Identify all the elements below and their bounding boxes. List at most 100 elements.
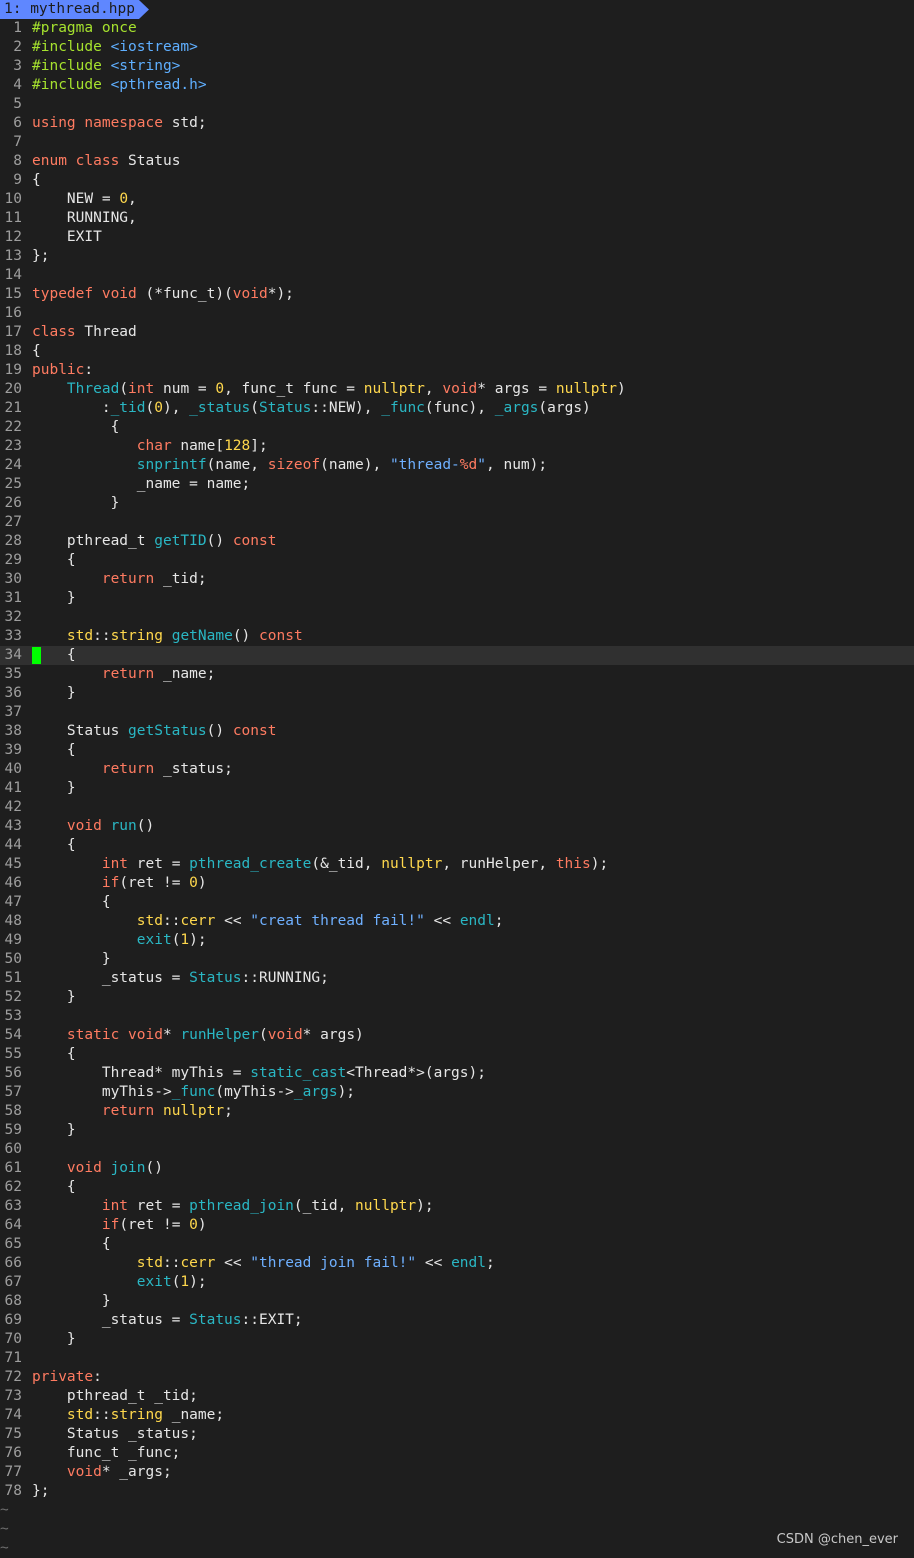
- code-line[interactable]: 28 pthread_t getTID() const: [0, 532, 914, 551]
- code-line[interactable]: 45 int ret = pthread_create(&_tid, nullp…: [0, 855, 914, 874]
- code-line[interactable]: 44 {: [0, 836, 914, 855]
- code-line[interactable]: 25 _name = name;: [0, 475, 914, 494]
- line-number: 12: [4, 229, 22, 245]
- code-line[interactable]: 2 #include <iostream>: [0, 38, 914, 57]
- code-line[interactable]: 68 }: [0, 1292, 914, 1311]
- code-line[interactable]: 73 pthread_t _tid;: [0, 1387, 914, 1406]
- code-line[interactable]: 30 return _tid;: [0, 570, 914, 589]
- code-line[interactable]: 3 #include <string>: [0, 57, 914, 76]
- code-line[interactable]: 7: [0, 133, 914, 152]
- code-token: #include: [32, 39, 111, 55]
- code-line[interactable]: 55 {: [0, 1045, 914, 1064]
- code-line[interactable]: 64 if(ret != 0): [0, 1216, 914, 1235]
- code-line[interactable]: 16: [0, 304, 914, 323]
- code-line[interactable]: 1 #pragma once: [0, 19, 914, 38]
- code-line[interactable]: 78};: [0, 1482, 914, 1501]
- code-line[interactable]: 29 {: [0, 551, 914, 570]
- code-line[interactable]: 11 RUNNING,: [0, 209, 914, 228]
- code-line[interactable]: 61 void join(): [0, 1159, 914, 1178]
- code-line[interactable]: 65 {: [0, 1235, 914, 1254]
- code-line[interactable]: 69 _status = Status::EXIT;: [0, 1311, 914, 1330]
- code-editor[interactable]: 1 #pragma once 2 #include <iostream> 3 #inclu…: [0, 19, 914, 1558]
- code-line[interactable]: 31 }: [0, 589, 914, 608]
- code-line[interactable]: 49 exit(1);: [0, 931, 914, 950]
- code-line[interactable]: 53: [0, 1007, 914, 1026]
- code-line[interactable]: 9{: [0, 171, 914, 190]
- code-line[interactable]: 62 {: [0, 1178, 914, 1197]
- line-number: 10: [4, 191, 22, 207]
- code-token: (name,: [206, 457, 268, 473]
- code-line[interactable]: 35 return _name;: [0, 665, 914, 684]
- code-line[interactable]: 20 Thread(int num = 0, func_t func = nul…: [0, 380, 914, 399]
- code-line[interactable]: 17 class Thread: [0, 323, 914, 342]
- code-line[interactable]: 15 typedef void (*func_t)(void*);: [0, 285, 914, 304]
- code-line[interactable]: 32: [0, 608, 914, 627]
- code-line[interactable]: 34 {: [0, 646, 914, 665]
- code-line[interactable]: 39 {: [0, 741, 914, 760]
- code-token: (name),: [320, 457, 390, 473]
- code-line[interactable]: 51 _status = Status::RUNNING;: [0, 969, 914, 988]
- code-token: cerr: [180, 913, 216, 929]
- code-line[interactable]: 66 std::cerr << "thread join fail!" << e…: [0, 1254, 914, 1273]
- code-line[interactable]: 57 myThis->_func(myThis->_args);: [0, 1083, 914, 1102]
- code-line[interactable]: 6 using namespace std;: [0, 114, 914, 133]
- code-line[interactable]: 38 Status getStatus() const: [0, 722, 914, 741]
- code-token: _name = name;: [32, 476, 251, 492]
- code-text: {: [32, 418, 120, 437]
- code-line[interactable]: 22 {: [0, 418, 914, 437]
- code-line[interactable]: 8 enum class Status: [0, 152, 914, 171]
- code-line[interactable]: 46 if(ret != 0): [0, 874, 914, 893]
- code-line[interactable]: 41 }: [0, 779, 914, 798]
- code-line[interactable]: 21 :_tid(0), _status(Status::NEW), _func…: [0, 399, 914, 418]
- code-line[interactable]: 50 }: [0, 950, 914, 969]
- code-line[interactable]: 70 }: [0, 1330, 914, 1349]
- code-line[interactable]: 71: [0, 1349, 914, 1368]
- code-line[interactable]: 14: [0, 266, 914, 285]
- code-line[interactable]: 5: [0, 95, 914, 114]
- code-line[interactable]: 52 }: [0, 988, 914, 1007]
- code-line[interactable]: 23 char name[128];: [0, 437, 914, 456]
- code-line[interactable]: 77 void* _args;: [0, 1463, 914, 1482]
- code-line[interactable]: 10 NEW = 0,: [0, 190, 914, 209]
- code-line[interactable]: 27: [0, 513, 914, 532]
- code-line[interactable]: 33 std::string getName() const: [0, 627, 914, 646]
- code-line[interactable]: 37: [0, 703, 914, 722]
- code-line[interactable]: 48 std::cerr << "creat thread fail!" << …: [0, 912, 914, 931]
- code-line[interactable]: 40 return _status;: [0, 760, 914, 779]
- code-line[interactable]: 47 {: [0, 893, 914, 912]
- line-number: 29: [4, 552, 22, 568]
- code-line[interactable]: 12 EXIT: [0, 228, 914, 247]
- code-line[interactable]: 36 }: [0, 684, 914, 703]
- code-line[interactable]: 60: [0, 1140, 914, 1159]
- line-number: 4: [13, 77, 22, 93]
- code-line[interactable]: 76 func_t _func;: [0, 1444, 914, 1463]
- code-line[interactable]: 75 Status _status;: [0, 1425, 914, 1444]
- code-line[interactable]: 54 static void* runHelper(void* args): [0, 1026, 914, 1045]
- code-token: std: [136, 913, 163, 929]
- code-line[interactable]: 13};: [0, 247, 914, 266]
- code-token: <<: [215, 913, 251, 929]
- code-line[interactable]: 67 exit(1);: [0, 1273, 914, 1292]
- code-line[interactable]: 72 private:: [0, 1368, 914, 1387]
- code-token: #pragma once: [32, 20, 137, 36]
- code-line[interactable]: 63 int ret = pthread_join(_tid, nullptr)…: [0, 1197, 914, 1216]
- code-line[interactable]: 58 return nullptr;: [0, 1102, 914, 1121]
- code-line[interactable]: 4 #include <pthread.h>: [0, 76, 914, 95]
- code-line[interactable]: 59 }: [0, 1121, 914, 1140]
- code-line[interactable]: 26 }: [0, 494, 914, 513]
- code-token: Thread: [75, 324, 137, 340]
- tab-mythread-hpp[interactable]: 1: mythread.hpp: [0, 0, 149, 19]
- code-line[interactable]: 18 {: [0, 342, 914, 361]
- code-line[interactable]: 43 void run(): [0, 817, 914, 836]
- code-line[interactable]: 19 public:: [0, 361, 914, 380]
- line-number: 2: [13, 39, 22, 55]
- code-line[interactable]: 42: [0, 798, 914, 817]
- code-text: NEW = 0,: [32, 190, 137, 209]
- code-line[interactable]: 56 Thread* myThis = static_cast<Thread*>…: [0, 1064, 914, 1083]
- code-line[interactable]: 24 snprintf(name, sizeof(name), "thread-…: [0, 456, 914, 475]
- code-text: {: [32, 1178, 76, 1197]
- code-line[interactable]: 74 std::string _name;: [0, 1406, 914, 1425]
- line-number: 25: [4, 476, 22, 492]
- code-token: return: [101, 666, 155, 682]
